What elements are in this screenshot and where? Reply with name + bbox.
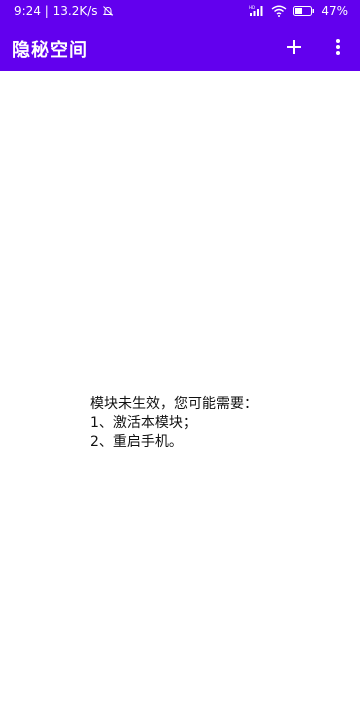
signal-icon: HD bbox=[249, 5, 265, 17]
mute-bell-icon bbox=[102, 5, 114, 17]
message-line: 2、重启手机。 bbox=[90, 434, 183, 450]
status-left: 9:24 | 13.2K/s bbox=[14, 4, 114, 18]
more-vertical-icon bbox=[335, 38, 341, 56]
status-right: HD 47% bbox=[249, 4, 348, 18]
battery-icon bbox=[293, 5, 315, 17]
message-line: 1、激活本模块； bbox=[90, 415, 197, 431]
status-bar: 9:24 | 13.2K/s HD 47% bbox=[0, 0, 360, 24]
plus-icon bbox=[286, 39, 302, 55]
status-time-speed: 9:24 | 13.2K/s bbox=[14, 4, 98, 18]
module-inactive-message: 模块未生效，您可能需要： 1、激活本模块； 2、重启手机。 bbox=[90, 395, 258, 452]
battery-percent: 47% bbox=[321, 4, 348, 18]
more-options-button[interactable] bbox=[326, 35, 350, 59]
wifi-icon bbox=[271, 5, 287, 17]
add-button[interactable] bbox=[282, 35, 306, 59]
svg-text:HD: HD bbox=[249, 5, 255, 10]
app-bar: 9:24 | 13.2K/s HD 47% 隐秘空间 bbox=[0, 0, 360, 71]
page-title: 隐秘空间 bbox=[12, 40, 88, 61]
message-line: 模块未生效，您可能需要： bbox=[90, 396, 258, 412]
